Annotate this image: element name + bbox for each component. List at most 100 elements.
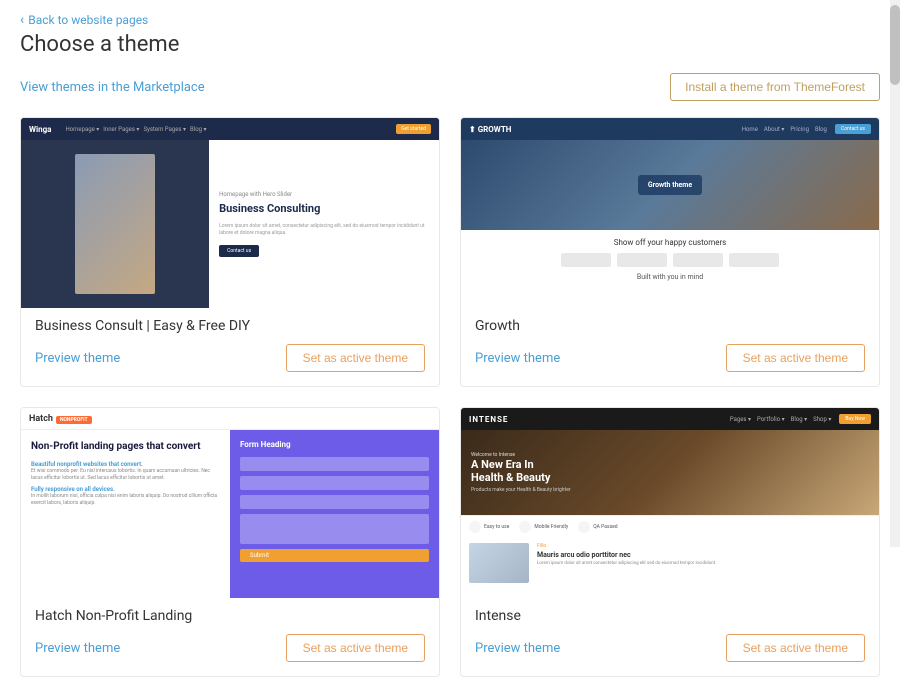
overlay-card: Growth theme	[638, 175, 702, 195]
feature-item: Fully responsive on all devices. In moll…	[31, 486, 220, 506]
back-link[interactable]: Back to website pages	[20, 12, 880, 28]
theme-actions: Preview theme Set as active theme	[475, 344, 865, 372]
feature-icon	[578, 521, 590, 533]
set-active-button[interactable]: Set as active theme	[286, 344, 425, 372]
hero-subtitle: Homepage with Hero Slider	[219, 191, 429, 198]
content-left: Non-Profit landing pages that convert Be…	[21, 430, 230, 598]
theme-actions: Preview theme Set as active theme	[35, 634, 425, 662]
preview-link[interactable]: Preview theme	[475, 641, 560, 656]
page-title: Choose a theme	[20, 32, 880, 57]
feature-text: Mobile Friendly	[534, 524, 568, 530]
text-label: Fillo	[537, 543, 871, 549]
theme-logo: ⬆ GROWTH	[469, 125, 511, 134]
nav-cta-btn: Get started	[396, 124, 431, 134]
nav-link: Pricing	[790, 126, 809, 133]
customer-logo	[561, 253, 611, 267]
top-bar: View themes in the Marketplace Install a…	[20, 73, 880, 101]
preview-link[interactable]: Preview theme	[475, 351, 560, 366]
set-active-button[interactable]: Set as active theme	[726, 344, 865, 372]
theme-name: Hatch Non-Profit Landing	[35, 608, 425, 624]
hero-left	[21, 140, 209, 308]
nav-link: Inner Pages ▾	[103, 126, 139, 133]
built-text: Built with you in mind	[471, 273, 869, 281]
form-field	[240, 476, 429, 490]
nav-link: Home	[742, 126, 758, 133]
hero-image	[75, 154, 155, 294]
theme-card-growth: ⬆ GROWTH Home About ▾ Pricing Blog Conta…	[460, 117, 880, 387]
feature-icon	[469, 521, 481, 533]
theme-preview-growth: ⬆ GROWTH Home About ▾ Pricing Blog Conta…	[461, 118, 879, 308]
customer-logo	[729, 253, 779, 267]
theme-actions: Preview theme Set as active theme	[475, 634, 865, 662]
text-desc: Lorem ipsum dolor sit amet consectetur a…	[537, 561, 871, 567]
nav-bar: INTENSE Pages ▾ Portfolio ▾ Blog ▾ Shop …	[461, 408, 879, 430]
page-container: Back to website pages Choose a theme Vie…	[0, 0, 900, 697]
nav-bar: Winga Homepage ▾ Inner Pages ▾ System Pa…	[21, 118, 439, 140]
nav-links: Homepage ▾ Inner Pages ▾ System Pages ▾ …	[65, 126, 206, 133]
scrollbar-thumb[interactable]	[890, 5, 900, 85]
marketplace-link[interactable]: View themes in the Marketplace	[20, 80, 205, 95]
feature-item: QA Passed	[578, 521, 617, 533]
feature-item: Mobile Friendly	[519, 521, 568, 533]
theme-preview-intense: INTENSE Pages ▾ Portfolio ▾ Blog ▾ Shop …	[461, 408, 879, 598]
theme-info: Growth Preview theme Set as active theme	[461, 308, 879, 386]
bottom-image	[469, 543, 529, 583]
theme-card-business-consult: Winga Homepage ▾ Inner Pages ▾ System Pa…	[20, 117, 440, 387]
nav-link: Pages ▾	[730, 416, 751, 423]
hero-image: Welcome to Intense A New Era InHealth & …	[461, 430, 879, 515]
form-field	[240, 495, 429, 509]
feature-title: Fully responsive on all devices.	[31, 486, 220, 493]
nav-links: Home About ▾ Pricing Blog	[742, 126, 827, 133]
hero-image: Growth theme	[461, 140, 879, 230]
set-active-button[interactable]: Set as active theme	[286, 634, 425, 662]
preview-link[interactable]: Preview theme	[35, 641, 120, 656]
logo-badge: NONPROFIT	[56, 416, 92, 424]
feature-desc: In mollit laborum nisi, officia culpa ni…	[31, 493, 220, 506]
customer-logo	[673, 253, 723, 267]
nav-cta-btn: Contact us	[835, 124, 871, 134]
theme-info: Hatch Non-Profit Landing Preview theme S…	[21, 598, 439, 676]
theme-card-hatch: HatchNONPROFIT Non-Profit landing pages …	[20, 407, 440, 677]
themes-grid: Winga Homepage ▾ Inner Pages ▾ System Pa…	[20, 117, 880, 677]
nav-link: Blog	[815, 126, 827, 133]
bottom-text: Fillo Mauris arcu odio porttitor nec Lor…	[537, 543, 871, 583]
hero-right: Homepage with Hero Slider Business Consu…	[209, 140, 439, 308]
main-title: Non-Profit landing pages that convert	[31, 440, 220, 453]
feature-text: QA Passed	[593, 524, 617, 530]
text-heading: Mauris arcu odio porttitor nec	[537, 551, 871, 559]
bottom-section: Fillo Mauris arcu odio porttitor nec Lor…	[461, 538, 879, 588]
nav-links: Pages ▾ Portfolio ▾ Blog ▾ Shop ▾	[730, 416, 832, 423]
theme-logo: INTENSE	[469, 415, 508, 424]
form-textarea	[240, 514, 429, 544]
theme-card-intense: INTENSE Pages ▾ Portfolio ▾ Blog ▾ Shop …	[460, 407, 880, 677]
nav-bar: HatchNONPROFIT	[21, 408, 439, 430]
hero-title: Business Consulting	[219, 202, 429, 216]
nav-bar: ⬆ GROWTH Home About ▾ Pricing Blog Conta…	[461, 118, 879, 140]
nav-link: Blog ▾	[791, 416, 808, 423]
form-title: Form Heading	[240, 440, 429, 449]
hero-title: A New Era InHealth & Beauty	[471, 458, 571, 484]
theme-name: Growth	[475, 318, 865, 334]
hero-section: Homepage with Hero Slider Business Consu…	[21, 140, 439, 308]
set-active-button[interactable]: Set as active theme	[726, 634, 865, 662]
nav-link: Homepage ▾	[65, 126, 99, 133]
nav-link: About ▾	[764, 126, 784, 133]
section-heading: Show off your happy customers	[471, 238, 869, 247]
theme-info: Intense Preview theme Set as active them…	[461, 598, 879, 676]
customers-section: Show off your happy customers Built with…	[461, 230, 879, 289]
theme-name: Intense	[475, 608, 865, 624]
theme-content: Non-Profit landing pages that convert Be…	[21, 430, 439, 598]
theme-preview-business: Winga Homepage ▾ Inner Pages ▾ System Pa…	[21, 118, 439, 308]
nav-link: Blog ▾	[190, 126, 207, 133]
hero-cta: Contact us	[219, 245, 259, 257]
preview-link[interactable]: Preview theme	[35, 351, 120, 366]
nav-link: Portfolio ▾	[757, 416, 785, 423]
feature-icon	[519, 521, 531, 533]
nav-cta-btn: Buy Now	[839, 414, 871, 424]
hero-text: Welcome to Intense A New Era InHealth & …	[471, 452, 571, 493]
feature-title: Beautiful nonprofit websites that conver…	[31, 461, 220, 468]
theme-actions: Preview theme Set as active theme	[35, 344, 425, 372]
install-theme-button[interactable]: Install a theme from ThemeForest	[670, 73, 880, 101]
form-submit: Submit	[240, 549, 429, 562]
scrollbar[interactable]	[890, 0, 900, 547]
